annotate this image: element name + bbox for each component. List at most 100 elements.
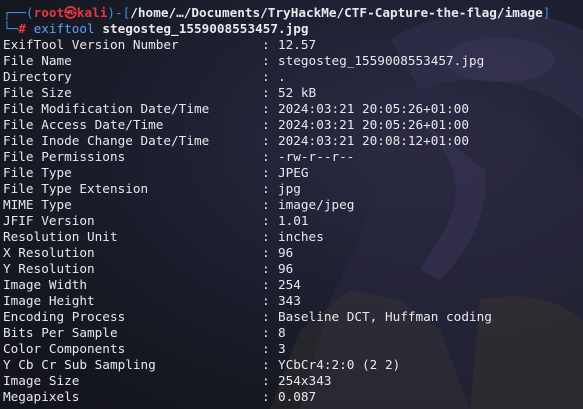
exif-separator: : <box>262 325 270 340</box>
exif-separator: : <box>262 261 270 276</box>
exif-separator: : <box>262 101 270 116</box>
exif-row: X Resolution:96 <box>3 245 583 261</box>
command-name: exiftool <box>33 21 95 36</box>
exif-key: File Inode Change Date/Time <box>3 133 210 148</box>
command-argument: stegosteg_1559008553457.jpg <box>102 21 309 36</box>
exif-key: File Size <box>3 85 72 100</box>
prompt-frame-mid: )-[ <box>107 5 131 20</box>
prompt-frame-cmd: └─ <box>3 21 19 36</box>
exif-value: 254 <box>278 277 301 292</box>
exif-value: YCbCr4:2:0 (2 2) <box>278 357 401 372</box>
exif-separator: : <box>262 277 270 292</box>
exif-key: Resolution Unit <box>3 229 118 244</box>
exif-key: Megapixels <box>3 389 80 404</box>
exif-value: 343 <box>278 293 301 308</box>
prompt-command-line[interactable]: └─# exiftool stegosteg_1559008553457.jpg <box>3 21 583 37</box>
exif-value: -rw-r--r-- <box>278 149 355 164</box>
exif-row: File Type: JPEG <box>3 165 583 181</box>
exif-row: Y Resolution:96 <box>3 261 583 277</box>
exif-row: Y Cb Cr Sub Sampling: YCbCr4:2:0 (2 2) <box>3 357 583 373</box>
exif-row: Bits Per Sample:8 <box>3 325 583 341</box>
terminal-output: ┌──(root㉿kali)-[/home/…/Documents/TryHac… <box>3 5 583 405</box>
exif-separator: : <box>262 357 270 372</box>
exif-row: File Inode Change Date/Time:2024:03:21 2… <box>3 133 583 149</box>
exif-separator: : <box>262 373 270 388</box>
exif-separator: : <box>262 389 270 404</box>
exif-row: Color Components:3 <box>3 341 583 357</box>
exif-value: 254x343 <box>278 373 332 388</box>
exif-value: 3 <box>278 341 286 356</box>
exif-value: stegosteg_1559008553457.jpg <box>278 53 485 68</box>
terminal-window[interactable]: ┌──(root㉿kali)-[/home/…/Documents/TryHac… <box>0 0 583 409</box>
exif-value: 1.01 <box>278 213 309 228</box>
exif-value: 96 <box>278 261 294 276</box>
exif-value: 0.087 <box>278 389 317 404</box>
exif-value: . <box>278 69 286 84</box>
exif-value: 12.57 <box>278 37 317 52</box>
exif-separator: : <box>262 197 270 212</box>
exif-separator: : <box>262 53 270 68</box>
exif-separator: : <box>262 181 270 196</box>
exif-separator: : <box>262 165 270 180</box>
exif-value: 52 kB <box>278 85 317 100</box>
exif-value: jpg <box>278 181 301 196</box>
exif-value: 2024:03:21 20:05:26+01:00 <box>278 101 469 116</box>
exif-key: Color Components <box>3 341 126 356</box>
exif-key: Image Size <box>3 373 80 388</box>
exif-value: image/jpeg <box>278 197 355 212</box>
exif-value: 2024:03:21 20:05:26+01:00 <box>278 117 469 132</box>
exif-key: ExifTool Version Number <box>3 37 179 52</box>
exif-row: Image Size:254x343 <box>3 373 583 389</box>
exif-value: Baseline DCT, Huffman coding <box>278 309 492 324</box>
exif-output-table: ExifTool Version Number:12.57 File Name: s… <box>3 37 583 405</box>
exif-row: File Size:52 kB <box>3 85 583 101</box>
exif-row: Encoding Process: Baseline DCT, Huffman c… <box>3 309 583 325</box>
exif-separator: : <box>262 69 270 84</box>
exif-row: Resolution Unit: inches <box>3 229 583 245</box>
exif-separator: : <box>262 133 270 148</box>
exif-key: Directory <box>3 69 72 84</box>
exif-key: Image Width <box>3 277 88 292</box>
exif-separator: : <box>262 229 270 244</box>
exif-row: Image Height:343 <box>3 293 583 309</box>
exif-row: Megapixels:0.087 <box>3 389 583 405</box>
exif-key: Encoding Process <box>3 309 126 324</box>
exif-value: 8 <box>278 325 286 340</box>
exif-value: JPEG <box>278 165 309 180</box>
exif-row: File Modification Date/Time:2024:03:21 2… <box>3 101 583 117</box>
exif-key: MIME Type <box>3 197 72 212</box>
exif-key: Y Resolution <box>3 261 95 276</box>
exif-separator: : <box>262 85 270 100</box>
exif-separator: : <box>262 149 270 164</box>
exif-key: File Permissions <box>3 149 126 164</box>
prompt-path: /home/…/Documents/TryHackMe/CTF-Capture-… <box>130 5 543 20</box>
exif-row: File Name: stegosteg_1559008553457.jpg <box>3 53 583 69</box>
exif-key: Y Cb Cr Sub Sampling <box>3 357 156 372</box>
exif-row: ExifTool Version Number:12.57 <box>3 37 583 53</box>
exif-key: File Modification Date/Time <box>3 101 210 116</box>
exif-key: JFIF Version <box>3 213 95 228</box>
exif-row: Image Width:254 <box>3 277 583 293</box>
prompt-user-host: root㉿kali <box>33 5 108 20</box>
exif-separator: : <box>262 293 270 308</box>
prompt-frame-close: ] <box>542 5 551 20</box>
exif-row: Directory:. <box>3 69 583 85</box>
prompt-header: ┌──(root㉿kali)-[/home/…/Documents/TryHac… <box>3 5 583 21</box>
exif-key: X Resolution <box>3 245 95 260</box>
exif-separator: : <box>262 37 270 52</box>
exif-key: Image Height <box>3 293 95 308</box>
exif-value: inches <box>278 229 324 244</box>
exif-separator: : <box>262 117 270 132</box>
exif-separator: : <box>262 213 270 228</box>
exif-key: File Name <box>3 53 72 68</box>
exif-row: File Type Extension: jpg <box>3 181 583 197</box>
exif-row: MIME Type: image/jpeg <box>3 197 583 213</box>
exif-separator: : <box>262 245 270 260</box>
exif-key: File Access Date/Time <box>3 117 164 132</box>
exif-key: File Type Extension <box>3 181 149 196</box>
exif-row: File Permissions: -rw-r--r-- <box>3 149 583 165</box>
exif-key: File Type <box>3 165 72 180</box>
prompt-frame-open: ┌──( <box>3 5 34 20</box>
prompt-hash: # <box>18 21 26 36</box>
exif-key: Bits Per Sample <box>3 325 118 340</box>
